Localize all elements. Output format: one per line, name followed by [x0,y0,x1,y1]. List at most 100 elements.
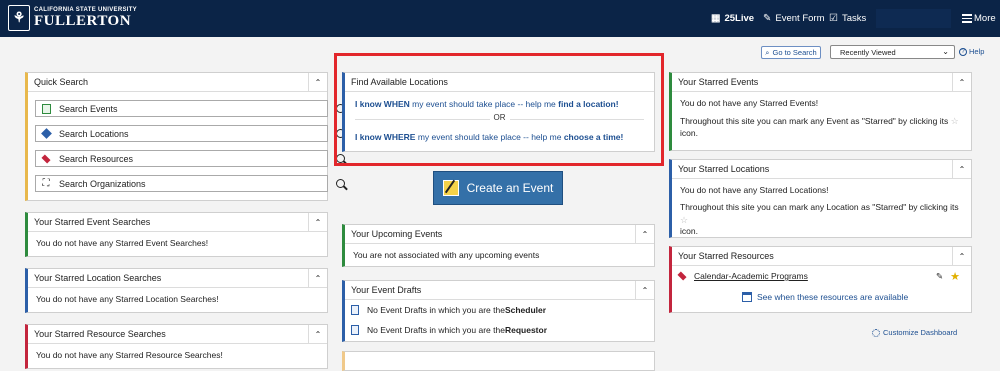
nav-more[interactable]: More [962,0,996,37]
starred-location-searches-card: Your Starred Location Searches ⌃ You do … [25,268,328,313]
recently-viewed-value: Recently Viewed [840,47,896,57]
event-drafts-card: Your Event Drafts ⌃ No Event Drafts in w… [342,280,655,342]
tasks-icon: ☑ [829,13,838,24]
question-icon: ? [959,47,967,56]
csuf-logo[interactable]: ⚘ CALIFORNIA STATE UNIVERSITY FULLERTON [8,5,137,31]
search-events-label: Search Events [59,103,118,114]
search-icon [336,179,345,188]
starred-events-card: Your Starred Events ⌃ You do not have an… [669,72,972,151]
user-area-redacted[interactable] [876,9,951,28]
starred-event-searches-card: Your Starred Event Searches ⌃ You do not… [25,212,328,257]
collapse-icon[interactable]: ⌃ [308,73,327,91]
events-icon [41,103,51,114]
search-resources-field[interactable]: Search Resources [35,150,328,167]
collapse-icon[interactable]: ⌃ [952,160,971,178]
search-events-field[interactable]: Search Events [35,100,328,117]
hamburger-icon [962,12,972,25]
see-availability-label: See when these resources are available [757,292,909,302]
starred-resource-searches-body: You do not have any Starred Resource Sea… [36,350,223,360]
calendar-icon [742,292,752,302]
draft-row-requestor: No Event Drafts in which you are the Req… [351,325,547,335]
collapse-icon[interactable]: ⌃ [635,281,654,299]
quick-search-title: Quick Search [34,77,89,87]
star-icon: ☆ [680,214,689,225]
search-locations-field[interactable]: Search Locations [35,125,328,142]
search-locations-label: Search Locations [59,128,129,139]
search-organizations-field[interactable]: ⛶ Search Organizations [35,175,328,192]
upcoming-events-card: Your Upcoming Events ⌃ You are not assoc… [342,224,655,267]
starred-star-icon[interactable]: ★ [950,270,960,283]
next-card [342,351,655,371]
event-drafts-title: Your Event Drafts [351,285,422,295]
go-to-search-button[interactable]: ⌕ Go to Search [761,46,821,59]
starred-event-searches-body: You do not have any Starred Event Search… [36,238,209,248]
quick-search-card: Quick Search ⌃ Search Events Search Loca… [25,72,345,201]
starred-events-hint-end: icon. [680,127,698,138]
starred-location-searches-title: Your Starred Location Searches [34,273,162,283]
starred-resource-searches-title: Your Starred Resource Searches [34,329,166,339]
starred-resource-row: Calendar-Academic Programs ✎ ★ [677,270,964,283]
nav-event-form-label: Event Form [775,13,825,24]
collapse-icon[interactable]: ⌃ [952,73,971,91]
locations-cube-icon [40,128,52,139]
starred-locations-title: Your Starred Locations [678,164,770,174]
edit-icon: ✎ [763,13,772,24]
star-icon: ☆ [950,116,959,127]
upcoming-events-title: Your Upcoming Events [351,229,443,239]
document-icon [351,305,359,315]
search-organizations-button[interactable] [329,175,352,192]
help-label: Help [969,47,985,56]
starred-events-hint: Throughout this site you can mark any Ev… [680,116,949,127]
collapse-icon[interactable]: ⌃ [952,247,971,265]
collapse-icon[interactable]: ⌃ [308,213,327,231]
collapse-icon[interactable]: ⌃ [635,225,654,243]
starred-locations-hint-end: icon. [680,226,698,237]
resource-diamond-icon [677,271,687,281]
create-event-icon [442,180,459,196]
search-organizations-label: Search Organizations [59,178,146,189]
draft-row1-text: No Event Drafts in which you are the [367,305,505,315]
starred-locations-hint: Throughout this site you can mark any Lo… [680,202,959,213]
starred-resources-card: Your Starred Resources ⌃ Calendar-Academ… [669,246,972,313]
see-availability-link[interactable]: See when these resources are available [742,292,908,302]
resource-link[interactable]: Calendar-Academic Programs [694,271,808,281]
search-icon: ⌕ [765,47,770,57]
draft-row-scheduler: No Event Drafts in which you are the Sch… [351,305,546,315]
customize-dashboard-link[interactable]: Customize Dashboard [872,328,957,337]
starred-events-empty: You do not have any Starred Events! [680,98,819,108]
go-to-search-label: Go to Search [772,48,817,57]
collapse-icon[interactable]: ⌃ [308,325,327,343]
top-nav-bar: ⚘ CALIFORNIA STATE UNIVERSITY FULLERTON … [0,0,1000,37]
calendar-icon: ▦ [711,13,721,24]
create-event-button[interactable]: Create an Event [433,171,563,205]
gear-icon [872,328,880,337]
resources-diamond-icon [41,153,51,164]
starred-event-searches-title: Your Starred Event Searches [34,217,151,227]
starred-locations-card: Your Starred Locations ⌃ You do not have… [669,159,972,238]
starred-location-searches-body: You do not have any Starred Location Sea… [36,294,219,304]
logo-big-text: FULLERTON [34,13,132,29]
customize-dashboard-label: Customize Dashboard [883,328,958,337]
edit-icon[interactable]: ✎ [936,271,943,282]
nav-event-form[interactable]: ✎ Event Form [763,0,825,37]
document-icon [351,325,359,335]
help-link[interactable]: ? Help [959,47,984,56]
chevron-down-icon: ⌄ [942,47,949,56]
nav-more-label: More [974,13,996,24]
draft-row2-role: Requestor [504,325,548,335]
organizations-icon: ⛶ [42,178,50,189]
starred-locations-empty: You do not have any Starred Locations! [680,185,829,195]
nav-25live[interactable]: ▦ 25Live [711,0,754,37]
upcoming-events-body: You are not associated with any upcoming… [353,250,540,260]
search-resources-label: Search Resources [59,153,134,164]
create-event-label: Create an Event [466,181,554,195]
collapse-icon[interactable]: ⌃ [308,269,327,287]
recently-viewed-select[interactable]: Recently Viewed ⌄ [830,45,955,59]
draft-row1-role: Scheduler [504,305,547,315]
csuf-logo-mark: ⚘ [8,5,30,31]
starred-events-title: Your Starred Events [678,77,759,87]
starred-resources-title: Your Starred Resources [678,251,774,261]
nav-tasks[interactable]: ☑ Tasks [829,0,866,37]
nav-25live-label: 25Live [724,13,755,24]
starred-resource-searches-card: Your Starred Resource Searches ⌃ You do … [25,324,328,369]
